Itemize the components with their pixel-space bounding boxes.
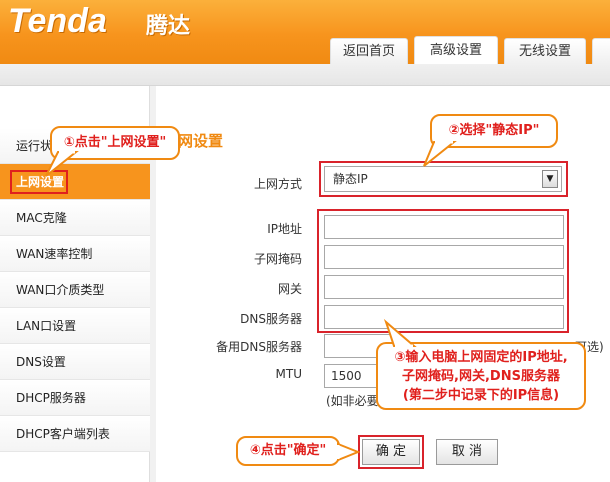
cancel-button[interactable]: 取 消 [436,439,498,465]
tab-advanced-settings[interactable]: 高级设置 [414,36,498,64]
router-admin-page: Tenda 腾达 返回首页 高级设置 无线设置 运行状 上网设置 MAC克隆 W… [0,0,610,482]
tab-home[interactable]: 返回首页 [330,38,408,64]
callout-step3-tail [383,318,417,348]
callout-step4-tail [336,442,360,462]
sidebar-item-wan-speed[interactable]: WAN速率控制 [0,236,150,272]
sidebar-item-lan[interactable]: LAN口设置 [0,308,150,344]
sidebar-item-dhcp-clients[interactable]: DHCP客户端列表 [0,416,150,452]
ip-label: IP地址 [267,222,302,236]
fields-highlight-box [317,209,569,333]
callout-step3-line3: (第二步中记录下的IP信息) [402,388,560,403]
subnet-mask-label: 子网掩码 [253,252,302,266]
dns2-label: 备用DNS服务器 [216,340,302,354]
tenda-logo: Tenda [8,2,107,40]
connection-type-label: 上网方式 [253,177,302,191]
sidebar-item-mac-clone[interactable]: MAC克隆 [0,200,150,236]
ok-highlight-box [358,435,424,469]
mtu-note: (如非必要 [326,394,379,408]
dns-label: DNS服务器 [240,312,302,326]
header-bar: Tenda 腾达 返回首页 高级设置 无线设置 [0,0,610,64]
sub-header-strip [0,64,610,86]
mtu-label: MTU [275,367,302,381]
callout-step3-line2: 子网掩码,网关,DNS服务器 [402,369,560,384]
sidebar-item-dhcp-server[interactable]: DHCP服务器 [0,380,150,416]
tab-wireless-settings[interactable]: 无线设置 [504,38,586,64]
tenda-logo-cn: 腾达 [146,14,191,39]
callout-step3-line1: ③输入电脑上网固定的IP地址, [394,350,568,365]
callout-step3: ③输入电脑上网固定的IP地址, 子网掩码,网关,DNS服务器 (第二步中记录下的… [376,342,586,410]
sidebar-item-wan-media[interactable]: WAN口介质类型 [0,272,150,308]
mtu-input[interactable]: 1500 [324,364,384,388]
callout-step1-tail [45,150,79,177]
callout-step4: ④点击"确定" [236,436,340,466]
tab-more[interactable] [592,38,610,64]
sidebar-item-dns[interactable]: DNS设置 [0,344,150,380]
mtu-value: 1500 [331,369,362,383]
page-title: 网设置 [178,132,224,150]
callout-step2-tail [423,140,457,167]
gateway-label: 网关 [277,282,302,296]
